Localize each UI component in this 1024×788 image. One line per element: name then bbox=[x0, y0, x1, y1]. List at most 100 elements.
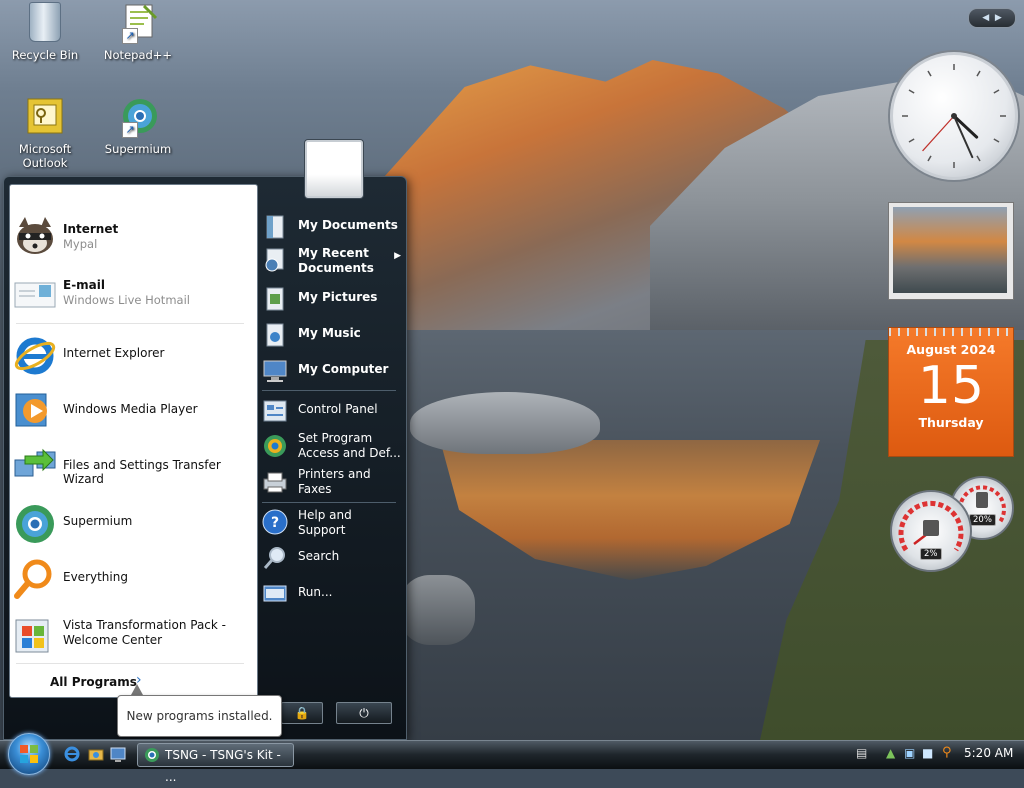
place-my-computer[interactable]: My Computer bbox=[258, 353, 403, 387]
all-programs-button[interactable]: All Programs bbox=[50, 675, 137, 689]
tray-keyboard-icon[interactable]: ▤ bbox=[856, 746, 867, 760]
program-vista-transformation-pack[interactable]: Vista Transformation Pack - Welcome Cent… bbox=[10, 608, 257, 658]
all-programs-separator bbox=[16, 663, 244, 664]
place-label: My Computer bbox=[298, 362, 389, 376]
quicklaunch-file-explorer[interactable] bbox=[87, 745, 105, 763]
quicklaunch-internet-explorer[interactable] bbox=[63, 745, 81, 763]
submenu-arrow-icon: ▶ bbox=[394, 251, 401, 261]
desktop-icon-recycle-bin[interactable]: Recycle Bin bbox=[0, 2, 90, 62]
wallpaper-boulder bbox=[410, 392, 600, 454]
clock-tick bbox=[908, 89, 915, 94]
pinned-item-email[interactable]: E-mail Windows Live Hotmail bbox=[10, 265, 257, 315]
start-menu-programs-pane: Internet Mypal E-mail Windows Live Hotma… bbox=[9, 184, 258, 698]
program-name: Internet Explorer bbox=[63, 346, 165, 360]
sidebar-scroll-control[interactable]: ◀ ▶ bbox=[968, 8, 1016, 28]
tooltip-pointer bbox=[131, 684, 143, 695]
desktop-icon-supermium[interactable]: ↗ Supermium bbox=[93, 96, 183, 156]
media-player-icon bbox=[13, 390, 57, 432]
place-label: Printers and Faxes bbox=[298, 467, 371, 496]
place-search[interactable]: Search bbox=[258, 540, 403, 574]
wallpaper-rock bbox=[400, 575, 475, 645]
program-files-settings-transfer-wizard[interactable]: Files and Settings Transfer Wizard bbox=[10, 440, 257, 490]
place-label: My Recent Documents bbox=[298, 246, 374, 275]
search-magnifier-icon bbox=[13, 558, 57, 600]
lock-icon: 🔒 bbox=[294, 706, 310, 720]
taskbar-window-button[interactable]: TSNG - TSNG's Kit - ... bbox=[137, 743, 294, 784]
pinned-item-title: Internet bbox=[63, 222, 119, 236]
place-run[interactable]: Run... bbox=[258, 576, 403, 610]
place-label: My Music bbox=[298, 326, 361, 340]
place-set-program-access[interactable]: Set Program Access and Def... bbox=[258, 428, 403, 464]
tray-search-icon[interactable]: ⚲ bbox=[942, 745, 952, 760]
supermium-icon bbox=[13, 502, 57, 544]
program-internet-explorer[interactable]: Internet Explorer bbox=[10, 328, 257, 378]
desktop-icon-label: Microsoft Outlook bbox=[18, 142, 72, 170]
program-name: Vista Transformation Pack - Welcome Cent… bbox=[63, 618, 226, 647]
power-button[interactable]: ⏻ bbox=[336, 702, 392, 724]
calendar-rings bbox=[889, 328, 1013, 336]
clock-tick bbox=[976, 155, 981, 162]
start-button[interactable] bbox=[8, 733, 50, 775]
pinned-item-internet[interactable]: Internet Mypal bbox=[10, 209, 257, 259]
notepad-plus-plus-icon: ↗ bbox=[118, 2, 158, 44]
tray-display-icon[interactable]: ▣ bbox=[904, 746, 915, 760]
calendar-gadget[interactable]: August 2024 15 Thursday bbox=[888, 327, 1014, 457]
welcome-center-icon bbox=[13, 614, 57, 656]
program-supermium[interactable]: Supermium bbox=[10, 496, 257, 546]
internet-explorer-icon bbox=[64, 746, 80, 762]
desktop-icon-notepad-plus-plus[interactable]: ↗ Notepad++ bbox=[93, 2, 183, 62]
tray-volume-icon[interactable]: ■ bbox=[922, 746, 933, 760]
clock-tick bbox=[993, 89, 1000, 94]
power-icon: ⏻ bbox=[359, 706, 369, 720]
pictures-icon bbox=[262, 286, 288, 312]
control-panel-icon bbox=[262, 398, 288, 424]
program-everything[interactable]: Everything bbox=[10, 552, 257, 602]
program-name: Everything bbox=[63, 570, 128, 584]
new-programs-tooltip: New programs installed. bbox=[117, 695, 282, 737]
calendar-month: August 2024 bbox=[906, 342, 996, 357]
search-icon bbox=[262, 545, 288, 571]
place-my-documents[interactable]: My Documents bbox=[258, 209, 403, 243]
calendar-weekday: Thursday bbox=[918, 415, 984, 430]
place-help-support[interactable]: ? Help and Support bbox=[258, 504, 403, 540]
explorer-icon bbox=[88, 749, 104, 761]
place-my-recent-documents[interactable]: My Recent Documents ▶ bbox=[258, 242, 403, 278]
clock-tick bbox=[908, 138, 915, 143]
taskbar-clock[interactable]: 5:20 AM bbox=[964, 746, 1013, 760]
windows-logo-icon bbox=[20, 745, 38, 763]
music-icon bbox=[262, 322, 288, 348]
run-icon bbox=[262, 581, 288, 607]
printer-icon bbox=[262, 469, 288, 495]
desktop-icon-label: Supermium bbox=[104, 142, 172, 156]
pinned-item-subtitle: Mypal bbox=[63, 237, 98, 251]
clock-tick bbox=[976, 70, 981, 77]
recent-documents-icon bbox=[262, 247, 288, 273]
place-my-pictures[interactable]: My Pictures bbox=[258, 281, 403, 315]
supermium-icon bbox=[145, 748, 159, 762]
lock-button[interactable]: 🔒 bbox=[281, 702, 323, 724]
email-icon bbox=[13, 271, 57, 313]
outlook-icon bbox=[25, 96, 65, 136]
program-windows-media-player[interactable]: Windows Media Player bbox=[10, 384, 257, 434]
place-control-panel[interactable]: Control Panel bbox=[258, 393, 403, 427]
program-name: Windows Media Player bbox=[63, 402, 198, 416]
desktop-icon-label: Notepad++ bbox=[103, 48, 173, 62]
slideshow-gadget[interactable] bbox=[888, 202, 1014, 300]
place-printers-faxes[interactable]: Printers and Faxes bbox=[258, 464, 403, 500]
clock-gadget[interactable] bbox=[890, 52, 1018, 180]
raccoon-browser-icon bbox=[13, 215, 57, 257]
pinned-item-subtitle: Windows Live Hotmail bbox=[63, 293, 190, 307]
desktop-icon-microsoft-outlook[interactable]: Microsoft Outlook bbox=[0, 96, 90, 170]
place-label: Control Panel bbox=[298, 402, 378, 416]
place-my-music[interactable]: My Music bbox=[258, 317, 403, 351]
clock-second-hand bbox=[922, 115, 955, 152]
cpu-meter-gadget[interactable]: 2% bbox=[890, 490, 972, 572]
clock-tick bbox=[993, 138, 1000, 143]
show-desktop-icon bbox=[110, 747, 126, 762]
transfer-wizard-icon bbox=[13, 446, 57, 488]
quicklaunch-show-desktop[interactable] bbox=[109, 745, 127, 763]
pinned-separator bbox=[16, 323, 244, 324]
supermium-icon: ↗ bbox=[118, 96, 158, 138]
user-picture-frame[interactable] bbox=[305, 140, 363, 198]
tray-network-icon[interactable]: ▲ bbox=[886, 746, 895, 760]
